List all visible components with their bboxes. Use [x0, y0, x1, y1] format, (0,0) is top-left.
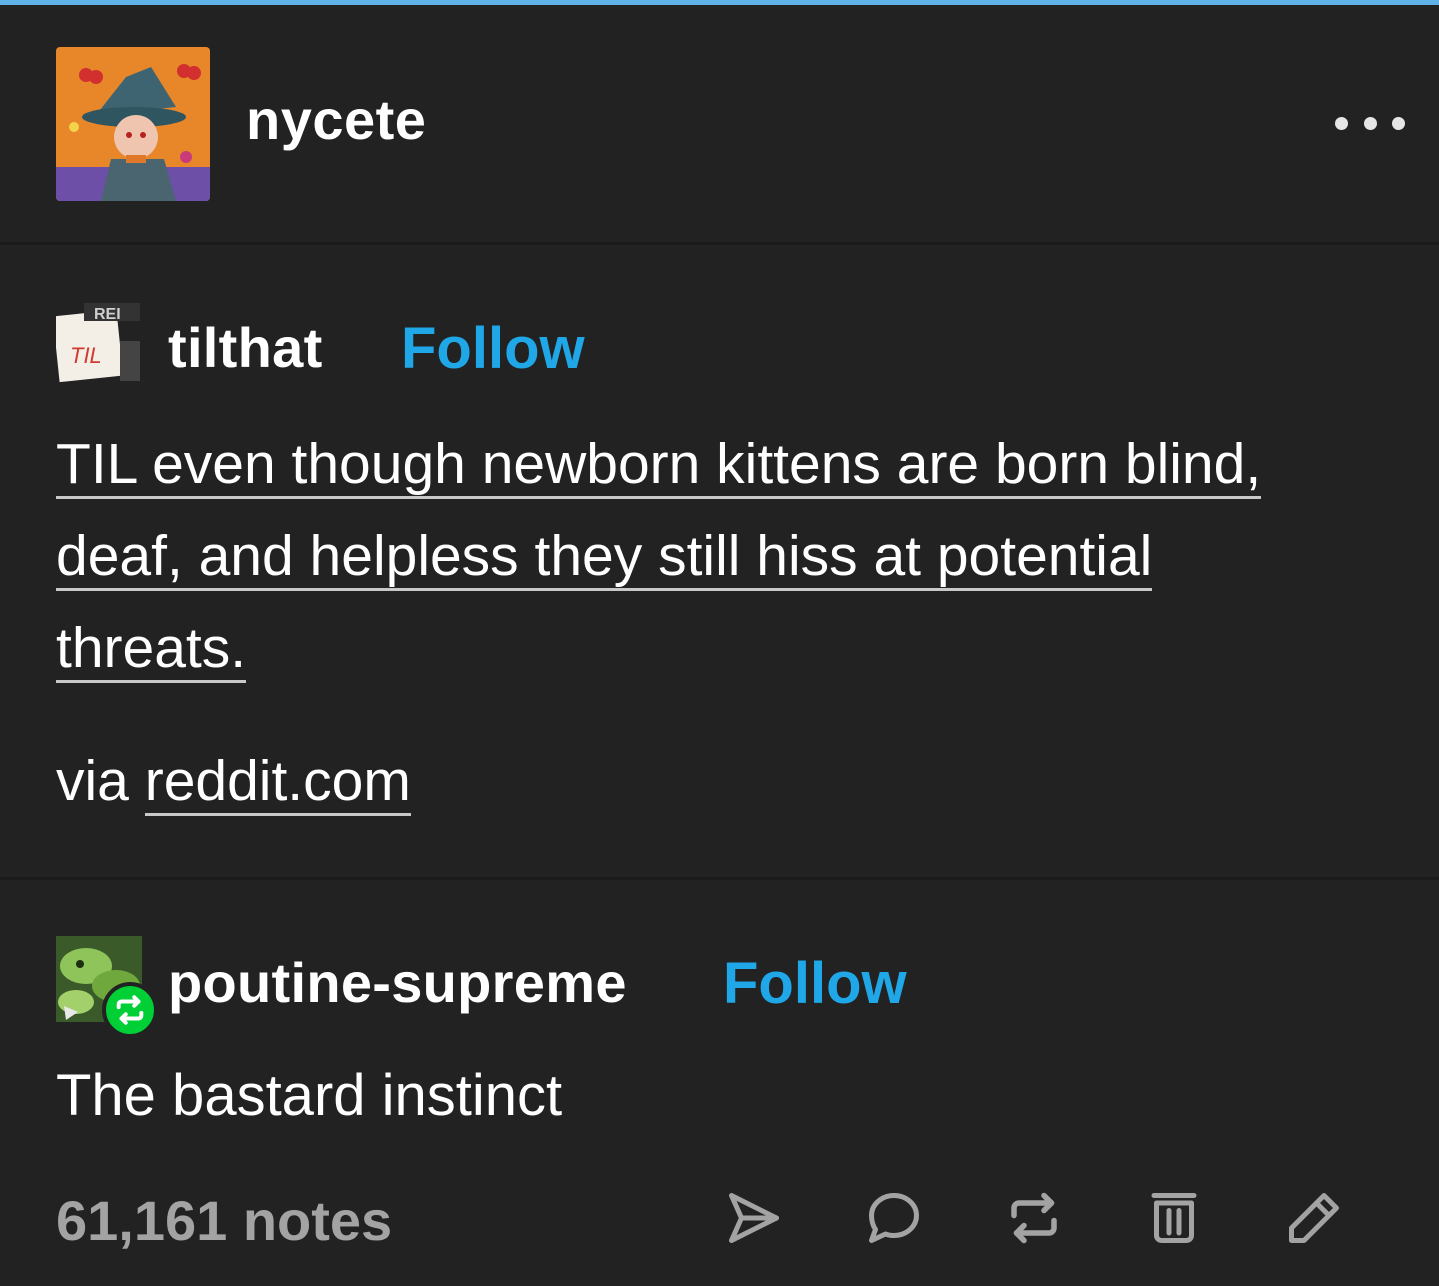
reply-icon[interactable]	[862, 1186, 926, 1250]
link-title-line[interactable]: deaf, and helpless they still hiss at po…	[56, 524, 1153, 591]
til-avatar-icon[interactable]: TIL REI	[56, 301, 142, 387]
more-dots-icon[interactable]	[1335, 105, 1405, 141]
reblog-icon[interactable]	[1002, 1186, 1066, 1250]
leaf-avatar-icon[interactable]	[56, 936, 160, 1038]
link-title-line[interactable]: threats.	[56, 616, 247, 683]
blog-username[interactable]: nycete	[246, 87, 426, 152]
post-header: nycete	[0, 5, 1439, 243]
reblog-badge-icon	[102, 982, 158, 1038]
via-link[interactable]: reddit.com	[144, 749, 411, 816]
link-title-line[interactable]: TIL even though newborn kittens are born…	[56, 432, 1262, 499]
reblog-entry: poutine-supreme Follow	[0, 880, 1439, 1180]
svg-text:REI: REI	[94, 306, 121, 323]
witch-avatar-icon[interactable]	[56, 47, 210, 201]
link-title[interactable]: TIL even though newborn kittens are born…	[56, 418, 1396, 694]
edit-icon[interactable]	[1282, 1186, 1346, 1250]
via-prefix: via	[56, 749, 129, 813]
delete-icon[interactable]	[1142, 1186, 1206, 1250]
reblog-username[interactable]: poutine-supreme	[168, 950, 627, 1015]
svg-text:TIL: TIL	[70, 343, 102, 368]
follow-button[interactable]: Follow	[723, 950, 907, 1017]
share-icon[interactable]	[722, 1186, 786, 1250]
via-source: via reddit.com	[56, 748, 411, 816]
notes-count[interactable]: 61,161 notes	[56, 1188, 392, 1253]
reblog-comment: The bastard instinct	[56, 1063, 563, 1128]
reblog-username[interactable]: tilthat	[168, 315, 323, 380]
follow-button[interactable]: Follow	[401, 315, 585, 382]
